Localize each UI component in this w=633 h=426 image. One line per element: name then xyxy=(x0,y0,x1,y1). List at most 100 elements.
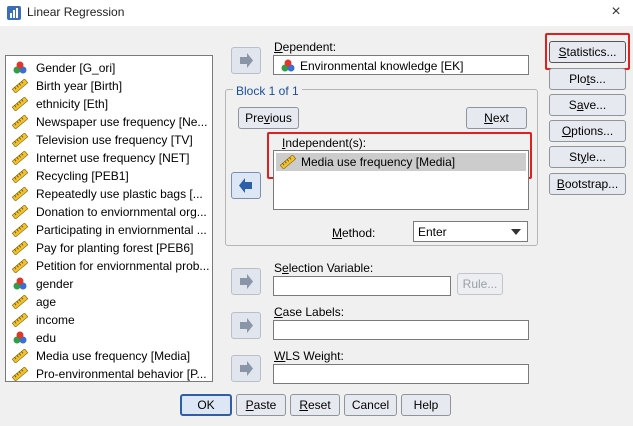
scale-ruler-icon xyxy=(12,241,28,255)
scale-ruler-icon xyxy=(280,155,296,169)
move-to-dependent-button[interactable] xyxy=(231,47,261,74)
variable-label: Internet use frequency [NET] xyxy=(36,151,190,165)
scale-ruler-icon xyxy=(12,349,28,363)
method-select[interactable]: Enter xyxy=(413,221,528,242)
bootstrap-button[interactable]: Bootstrap... xyxy=(549,173,626,195)
scale-ruler-icon xyxy=(12,367,28,381)
move-to-independent-button[interactable] xyxy=(231,172,261,199)
wls-label: WLS Weight: xyxy=(274,349,344,363)
move-to-case-labels-button[interactable] xyxy=(231,312,261,339)
save-button[interactable]: Save... xyxy=(549,94,626,116)
spss-app-icon xyxy=(7,6,21,20)
help-button[interactable]: Help xyxy=(401,394,451,416)
case-labels-label: Case Labels: xyxy=(274,305,345,319)
scale-ruler-icon xyxy=(12,313,28,327)
window-title: Linear Regression xyxy=(27,5,125,19)
close-icon[interactable]: × xyxy=(606,3,626,21)
move-to-selection-button[interactable] xyxy=(231,268,261,295)
variable-label: edu xyxy=(36,331,57,345)
list-item[interactable]: Participating in enviornmental ... xyxy=(10,221,212,239)
paste-button[interactable]: Paste xyxy=(236,394,286,416)
list-item[interactable]: ethnicity [Eth] xyxy=(10,95,212,113)
scale-ruler-icon xyxy=(12,97,28,111)
variable-label: Television use frequency [TV] xyxy=(36,133,193,147)
variable-label: Pay for planting forest [PEB6] xyxy=(36,241,194,255)
variable-label: Newspaper use frequency [Ne... xyxy=(36,115,208,129)
independents-list[interactable]: Media use frequency [Media] xyxy=(273,150,529,210)
arrow-right-icon xyxy=(240,318,253,333)
arrow-right-icon xyxy=(240,361,253,376)
independent-row-selected[interactable]: Media use frequency [Media] xyxy=(276,153,526,171)
list-item[interactable]: Media use frequency [Media] xyxy=(10,347,212,365)
list-item[interactable]: Newspaper use frequency [Ne... xyxy=(10,113,212,131)
method-value: Enter xyxy=(418,225,447,239)
independents-label: Independent(s): xyxy=(282,136,367,150)
independent-item-label: Media use frequency [Media] xyxy=(301,155,456,169)
selection-field[interactable] xyxy=(273,276,451,296)
list-item[interactable]: Gender [G_ori] xyxy=(10,59,212,77)
previous-button[interactable]: Previous xyxy=(238,107,299,129)
scale-ruler-icon xyxy=(12,133,28,147)
scale-ruler-icon xyxy=(12,79,28,93)
list-item[interactable]: Repeatedly use plastic bags [... xyxy=(10,185,212,203)
plots-button[interactable]: Plots... xyxy=(549,68,626,90)
variable-label: Gender [G_ori] xyxy=(36,61,116,75)
method-label: Method: xyxy=(332,226,376,240)
statistics-button[interactable]: Statistics... xyxy=(549,41,626,63)
scale-ruler-icon xyxy=(12,223,28,237)
list-item[interactable]: Birth year [Birth] xyxy=(10,77,212,95)
list-item[interactable]: gender xyxy=(10,275,212,293)
nominal-icon xyxy=(281,59,295,72)
nominal-icon xyxy=(13,331,27,344)
scale-ruler-icon xyxy=(12,151,28,165)
dependent-label: Dependent: xyxy=(274,40,337,54)
rule-button[interactable]: Rule... xyxy=(457,273,503,295)
wls-field[interactable] xyxy=(273,364,529,384)
list-item[interactable]: Donation to enviornmental org... xyxy=(10,203,212,221)
block-label: Block 1 of 1 xyxy=(233,84,302,98)
arrow-left-icon xyxy=(239,178,252,193)
nominal-icon xyxy=(13,277,27,290)
ok-button[interactable]: OK xyxy=(180,394,232,416)
variable-label: income xyxy=(36,313,75,327)
list-item[interactable]: Petition for enviornmental prob... xyxy=(10,257,212,275)
list-item[interactable]: Recycling [PEB1] xyxy=(10,167,212,185)
variable-label: Media use frequency [Media] xyxy=(36,349,191,363)
case-labels-field[interactable] xyxy=(273,320,529,340)
list-item[interactable]: income xyxy=(10,311,212,329)
variable-label: gender xyxy=(36,277,74,291)
variable-label: age xyxy=(36,295,57,309)
list-item[interactable]: Television use frequency [TV] xyxy=(10,131,212,149)
variable-label: Participating in enviornmental ... xyxy=(36,223,207,237)
next-button[interactable]: Next xyxy=(466,107,527,129)
variable-label: Pro-environmental behavior [P... xyxy=(36,367,207,381)
cancel-button[interactable]: Cancel xyxy=(344,394,397,416)
list-item[interactable]: edu xyxy=(10,329,212,347)
arrow-right-icon xyxy=(240,274,253,289)
selection-label: Selection Variable: xyxy=(274,261,374,275)
list-item[interactable]: Internet use frequency [NET] xyxy=(10,149,212,167)
chevron-down-icon xyxy=(511,229,521,235)
arrow-right-icon xyxy=(240,53,253,68)
scale-ruler-icon xyxy=(12,115,28,129)
variable-label: Recycling [PEB1] xyxy=(36,169,129,183)
scale-ruler-icon xyxy=(12,169,28,183)
list-item[interactable]: age xyxy=(10,293,212,311)
reset-button[interactable]: Reset xyxy=(290,394,340,416)
variable-label: Petition for enviornmental prob... xyxy=(36,259,210,273)
variable-label: Donation to enviornmental org... xyxy=(36,205,207,219)
scale-ruler-icon xyxy=(12,295,28,309)
scale-ruler-icon xyxy=(12,205,28,219)
options-button[interactable]: Options... xyxy=(549,120,626,142)
scale-ruler-icon xyxy=(12,259,28,273)
variable-label: Birth year [Birth] xyxy=(36,79,123,93)
move-to-wls-button[interactable] xyxy=(231,355,261,382)
list-item[interactable]: Pay for planting forest [PEB6] xyxy=(10,239,212,257)
variable-list[interactable]: Gender [G_ori] Birth year [Birth] ethnicit… xyxy=(5,55,213,382)
dependent-field[interactable]: Environmental knowledge [EK] xyxy=(273,55,529,75)
list-item[interactable]: Pro-environmental behavior [P... xyxy=(10,365,212,381)
dependent-value: Environmental knowledge [EK] xyxy=(300,59,464,73)
nominal-icon xyxy=(13,61,27,74)
style-button[interactable]: Style... xyxy=(549,146,626,168)
scale-ruler-icon xyxy=(12,187,28,201)
